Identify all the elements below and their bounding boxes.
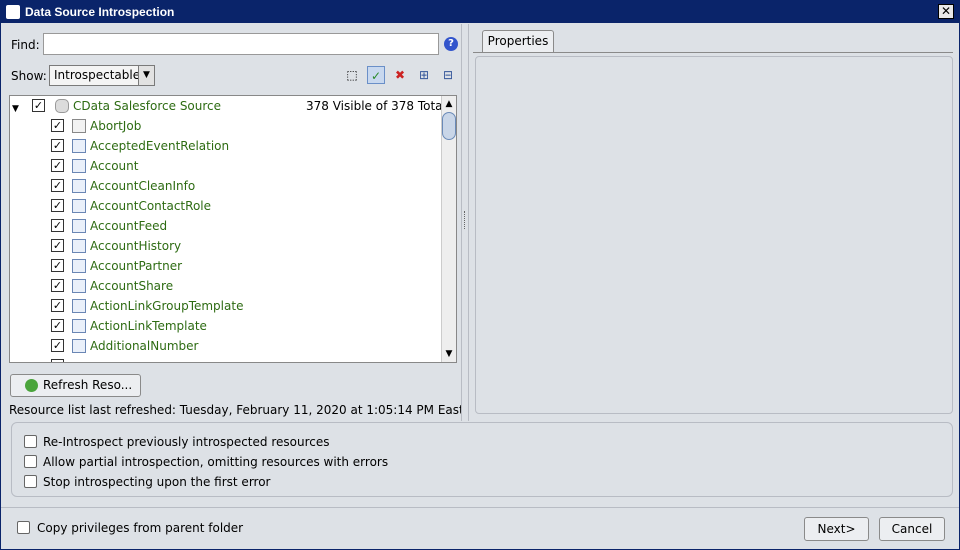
reintrospect-label: Re-Introspect previously introspected re… xyxy=(43,435,330,449)
properties-panel xyxy=(475,56,953,414)
table-icon xyxy=(72,239,86,253)
window-title: Data Source Introspection xyxy=(25,5,175,19)
table-icon xyxy=(72,159,86,173)
collapse-all-icon[interactable]: ⊟ xyxy=(439,66,457,84)
procedure-icon xyxy=(72,119,86,133)
show-label: Show: xyxy=(11,69,47,83)
refresh-button-label: Refresh Reso... xyxy=(43,378,133,392)
show-select-value: Introspectable xyxy=(54,68,141,82)
tree-item[interactable]: ✓ AccountHistory xyxy=(10,236,442,256)
item-checkbox[interactable]: ✓ xyxy=(51,159,64,172)
item-checkbox[interactable]: ✓ xyxy=(51,339,64,352)
table-icon xyxy=(72,339,86,353)
tree-item[interactable]: ✓ ActionLinkGroupTemplate xyxy=(10,296,442,316)
root-checkbox[interactable]: ✓ xyxy=(32,99,45,112)
refresh-icon xyxy=(25,379,38,392)
item-label: AccountContactRole xyxy=(90,199,211,213)
tree-item[interactable]: ✓ AccountShare xyxy=(10,276,442,296)
panel-splitter[interactable] xyxy=(461,24,469,421)
reintrospect-checkbox[interactable] xyxy=(24,435,37,448)
stop-on-error-label: Stop introspecting upon the first error xyxy=(43,475,271,489)
stop-on-error-checkbox[interactable] xyxy=(24,475,37,488)
tree-item-partial[interactable] xyxy=(10,356,442,362)
tree-root-row[interactable]: ▼ ✓ CData Salesforce Source 378 Visible … xyxy=(10,96,446,116)
app-icon xyxy=(6,5,20,19)
item-label: ActionLinkGroupTemplate xyxy=(90,299,244,313)
scroll-thumb[interactable] xyxy=(442,112,456,140)
item-checkbox[interactable] xyxy=(51,359,64,362)
item-label: AccountHistory xyxy=(90,239,182,253)
check-all-icon[interactable]: ✓ xyxy=(367,66,385,84)
datasource-icon xyxy=(55,99,69,113)
table-icon xyxy=(72,219,86,233)
item-label: ActionLinkTemplate xyxy=(90,319,207,333)
close-button[interactable]: ✕ xyxy=(938,4,954,19)
find-input[interactable] xyxy=(43,33,439,55)
table-icon xyxy=(72,139,86,153)
cancel-button[interactable]: Cancel xyxy=(879,517,945,541)
copy-privileges-checkbox[interactable] xyxy=(17,521,30,534)
title-bar: Data Source Introspection ✕ xyxy=(1,1,959,23)
tree-item[interactable]: ✓ AccountContactRole xyxy=(10,196,442,216)
uncheck-all-icon[interactable]: ✖ xyxy=(391,66,409,84)
item-checkbox[interactable]: ✓ xyxy=(51,239,64,252)
tree-item[interactable]: ✓ AbortJob xyxy=(10,116,442,136)
help-icon[interactable]: ? xyxy=(444,37,458,51)
splitter-grip-icon[interactable] xyxy=(464,211,466,229)
tree-item[interactable]: ✓ ActionLinkTemplate xyxy=(10,316,442,336)
item-label: Account xyxy=(90,159,139,173)
footer-divider xyxy=(1,507,959,508)
tab-properties[interactable]: Properties xyxy=(482,30,554,52)
partial-introspection-checkbox[interactable] xyxy=(24,455,37,468)
expand-all-icon[interactable]: ⊞ xyxy=(415,66,433,84)
tree-scrollbar[interactable]: ▲ ▼ xyxy=(441,96,456,362)
table-icon xyxy=(72,319,86,333)
tree-item[interactable]: ✓ AcceptedEventRelation xyxy=(10,136,442,156)
item-label: AccountShare xyxy=(90,279,174,293)
tree-item[interactable]: ✓ AdditionalNumber xyxy=(10,336,442,356)
visible-count: 378 Visible of 378 Total xyxy=(306,99,446,113)
item-label: AcceptedEventRelation xyxy=(90,139,230,153)
copy-privileges-label: Copy privileges from parent folder xyxy=(37,521,244,535)
root-label: CData Salesforce Source xyxy=(73,99,222,113)
table-icon xyxy=(72,259,86,273)
resource-tree[interactable]: ▼ ✓ CData Salesforce Source 378 Visible … xyxy=(9,95,457,363)
tree-item[interactable]: ✓ Account xyxy=(10,156,442,176)
item-label: AccountFeed xyxy=(90,219,168,233)
scroll-up-icon[interactable]: ▲ xyxy=(442,97,456,111)
table-icon xyxy=(72,179,86,193)
tree-item[interactable]: ✓ AccountFeed xyxy=(10,216,442,236)
item-checkbox[interactable]: ✓ xyxy=(51,279,64,292)
dialog-window: Data Source Introspection ✕ Find: ? Show… xyxy=(0,0,960,550)
next-button[interactable]: Next> xyxy=(804,517,869,541)
item-checkbox[interactable]: ✓ xyxy=(51,179,64,192)
item-checkbox[interactable]: ✓ xyxy=(51,119,64,132)
find-label: Find: xyxy=(11,38,40,52)
scroll-down-icon[interactable]: ▼ xyxy=(442,347,456,361)
item-checkbox[interactable]: ✓ xyxy=(51,199,64,212)
tree-item[interactable]: ✓ AccountPartner xyxy=(10,256,442,276)
item-label: AccountCleanInfo xyxy=(90,179,196,193)
item-label: AccountPartner xyxy=(90,259,183,273)
show-select[interactable]: Introspectable ▼ xyxy=(49,65,155,86)
refresh-resources-button[interactable]: Refresh Reso... xyxy=(10,374,141,397)
item-label: AbortJob xyxy=(90,119,142,133)
item-checkbox[interactable]: ✓ xyxy=(51,259,64,272)
partial-introspection-label: Allow partial introspection, omitting re… xyxy=(43,455,389,469)
item-checkbox[interactable]: ✓ xyxy=(51,299,64,312)
select-filter-icon[interactable]: ⬚ xyxy=(343,66,361,84)
table-icon xyxy=(72,279,86,293)
item-checkbox[interactable]: ✓ xyxy=(51,219,64,232)
tab-divider xyxy=(473,52,953,53)
introspection-options: Re-Introspect previously introspected re… xyxy=(11,422,953,497)
tree-item[interactable]: ✓ AccountCleanInfo xyxy=(10,176,442,196)
item-checkbox[interactable]: ✓ xyxy=(51,319,64,332)
last-refreshed-status: Resource list last refreshed: Tuesday, F… xyxy=(9,403,461,417)
table-icon xyxy=(72,199,86,213)
table-icon xyxy=(72,299,86,313)
chevron-down-icon[interactable]: ▼ xyxy=(138,66,154,85)
item-checkbox[interactable]: ✓ xyxy=(51,139,64,152)
item-label: AdditionalNumber xyxy=(90,339,199,353)
